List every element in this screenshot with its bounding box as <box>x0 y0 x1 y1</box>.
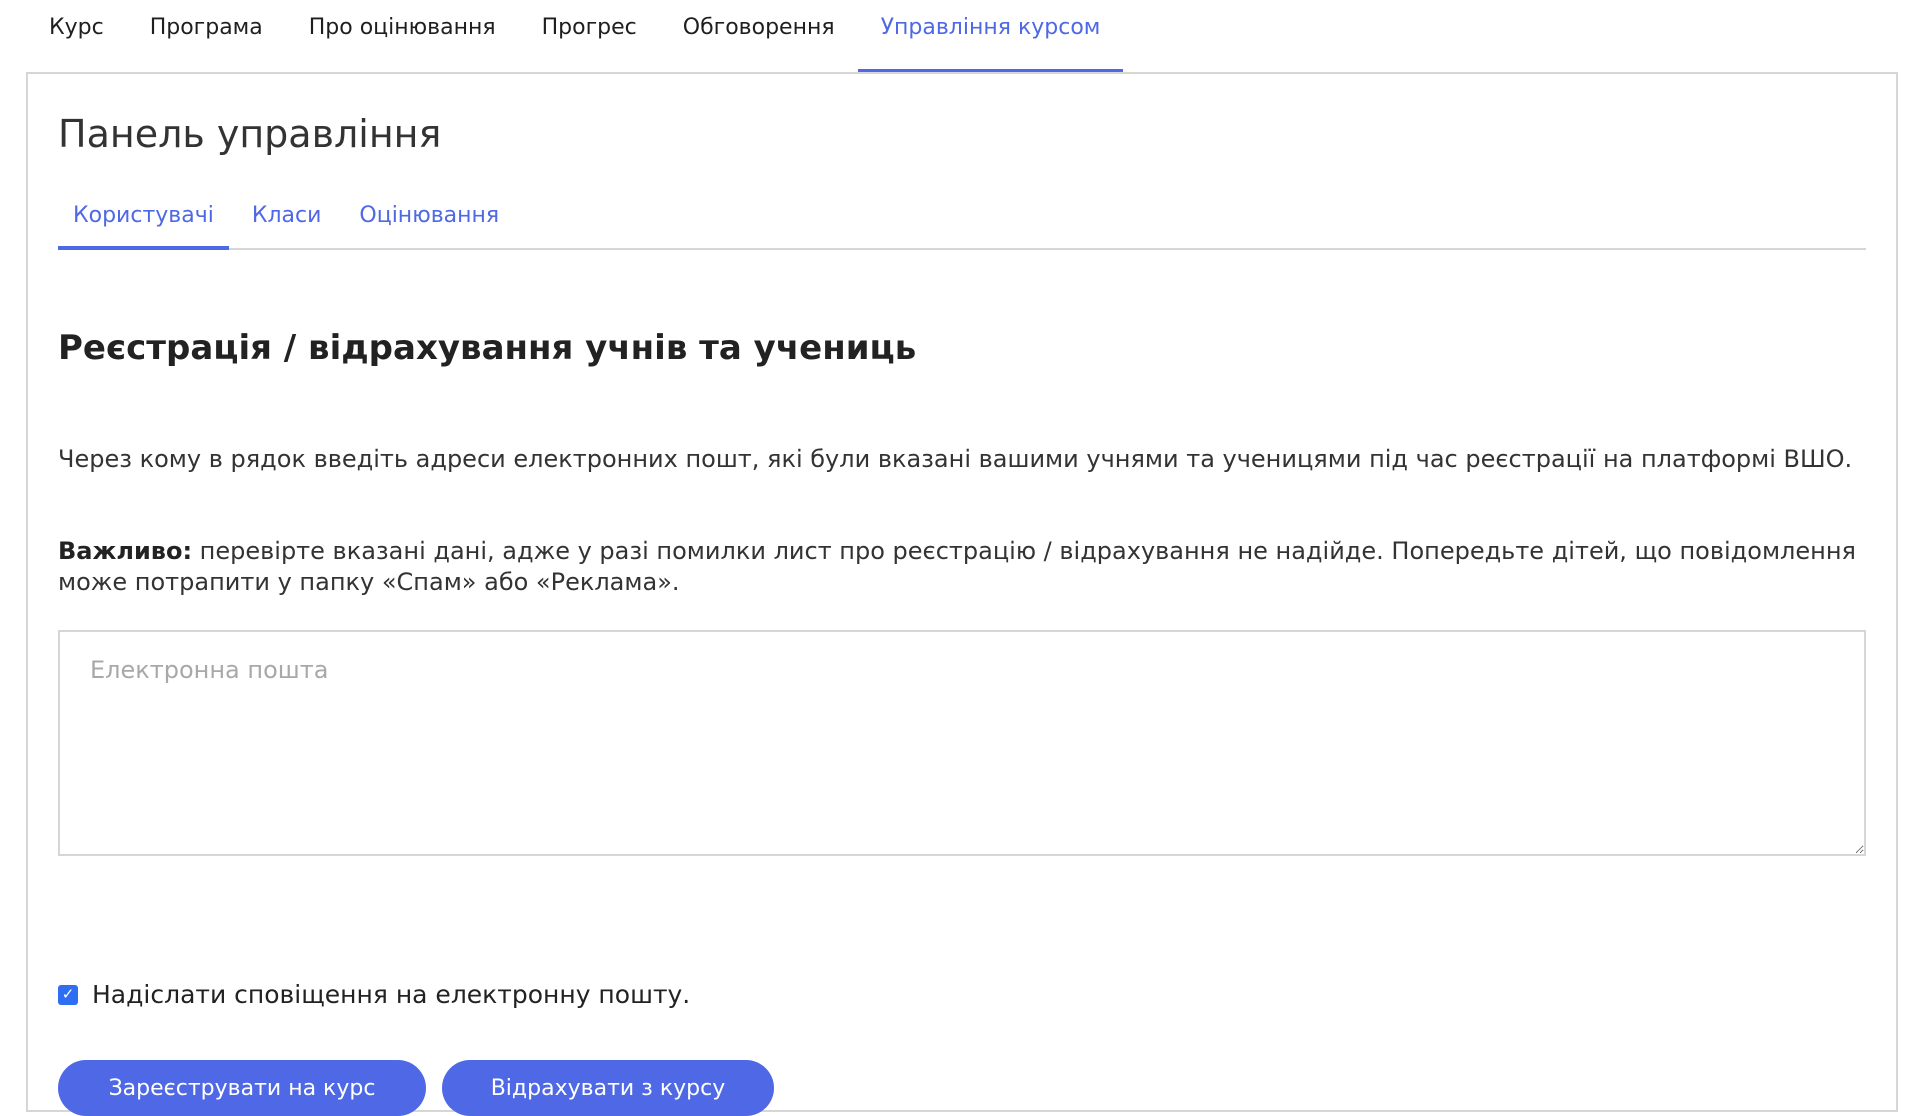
top-navigation: Курс Програма Про оцінювання Прогрес Обг… <box>26 0 1124 74</box>
sub-tab-classes[interactable]: Класи <box>237 184 337 250</box>
email-input[interactable] <box>58 630 1866 856</box>
enroll-button[interactable]: Зареєструвати на курс <box>58 1060 426 1116</box>
sub-tab-grading[interactable]: Оцінювання <box>344 184 514 250</box>
tab-course[interactable]: Курс <box>26 0 127 74</box>
sub-tab-users[interactable]: Користувачі <box>58 184 229 250</box>
section-title: Реєстрація / відрахування учнів та учени… <box>58 328 917 368</box>
tab-grading-info[interactable]: Про оцінювання <box>286 0 519 74</box>
important-text: перевірте вказані дані, адже у разі поми… <box>58 537 1856 596</box>
tab-discussion[interactable]: Обговорення <box>660 0 858 74</box>
management-panel: Панель управління Користувачі Класи Оцін… <box>26 72 1898 1116</box>
important-note: Важливо: перевірте вказані дані, адже у … <box>58 536 1866 598</box>
notify-option: ✓ Надіслати сповіщення на електронну пош… <box>58 980 690 1009</box>
tab-program[interactable]: Програма <box>127 0 286 74</box>
unenroll-button[interactable]: Відрахувати з курсу <box>442 1060 774 1116</box>
tab-progress[interactable]: Прогрес <box>519 0 660 74</box>
sub-tab-bar: Користувачі Класи Оцінювання <box>58 184 1866 250</box>
notify-checkbox[interactable]: ✓ <box>58 984 78 1005</box>
notify-label[interactable]: Надіслати сповіщення на електронну пошту… <box>92 980 690 1009</box>
tab-course-management[interactable]: Управління курсом <box>857 0 1124 74</box>
instructions-text: Через кому в рядок введіть адреси електр… <box>58 445 1853 473</box>
page-title: Панель управління <box>58 112 442 156</box>
important-label: Важливо: <box>58 537 193 565</box>
